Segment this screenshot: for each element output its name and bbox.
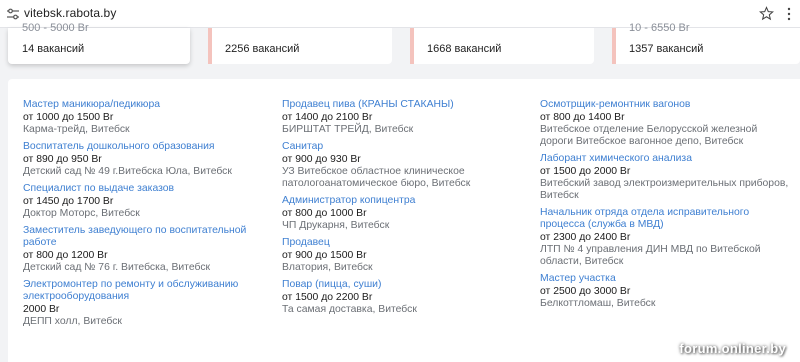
- vacancy-salary: от 1000 до 1500 Br: [23, 112, 114, 123]
- vacancy-company: Детский сад № 76 г. Витебска, Витебск: [23, 262, 211, 273]
- vacancy-title-link[interactable]: Электромонтер по ремонту и обслуживанию …: [23, 279, 268, 303]
- vacancy-title-link[interactable]: Воспитатель дошкольного образования: [23, 141, 268, 153]
- vacancy-company: Детский сад № 49 г.Витебска Юла, Витебск: [23, 166, 232, 177]
- vacancy-salary: от 2500 до 3000 Br: [540, 286, 631, 297]
- vacancy-company: Доктор Моторс, Витебск: [23, 208, 140, 219]
- vacancy-title-link[interactable]: Повар (пицца, суши): [282, 279, 527, 291]
- forum-watermark: forum.onliner.by: [679, 341, 786, 356]
- vacancy-title-link[interactable]: Заместитель заведующего по воспитательно…: [23, 225, 268, 249]
- vacancy-company: ДЕПП холл, Витебск: [23, 316, 122, 327]
- category-card[interactable]: 1668 вакансий: [410, 28, 594, 64]
- vacancy-item: Воспитатель дошкольного образования от 8…: [23, 141, 268, 178]
- vacancy-column-1: Мастер маникюра/педикюра от 1000 до 1500…: [23, 99, 268, 333]
- vacancy-salary: от 900 до 1500 Br: [282, 250, 367, 261]
- card-accent-bar: [410, 28, 414, 64]
- vacancy-salary: от 2300 до 2400 Br: [540, 232, 631, 243]
- vacancy-title-link[interactable]: Мастер участка: [540, 273, 790, 285]
- vacancy-company: Та самая доставка, Витебск: [282, 304, 417, 315]
- vacancy-item: Мастер маникюра/педикюра от 1000 до 1500…: [23, 99, 268, 136]
- vacancy-company: ЧП Друкарня, Витебск: [282, 220, 390, 231]
- card-vacancy-count: 2256 вакансий: [225, 43, 300, 55]
- vacancy-item: Повар (пицца, суши) от 1500 до 2200 Br Т…: [282, 279, 527, 316]
- vacancy-title-link[interactable]: Продавец пива (КРАНЫ СТАКАНЫ): [282, 99, 527, 111]
- vacancy-salary: от 1500 до 2000 Br: [540, 166, 631, 177]
- vacancy-title-link[interactable]: Специалист по выдаче заказов: [23, 183, 268, 195]
- card-accent-bar: [612, 28, 616, 64]
- category-card[interactable]: 10 - 6550 Br 1357 вакансий: [612, 22, 800, 64]
- vacancy-title-link[interactable]: Начальник отряда отдела исправительного …: [540, 207, 790, 231]
- card-accent-bar: [208, 28, 212, 64]
- vacancy-item: Электромонтер по ремонту и обслуживанию …: [23, 279, 268, 328]
- vacancy-company: БИРШТАТ ТРЕЙД, Витебск: [282, 124, 414, 135]
- vacancy-salary: от 800 до 1200 Br: [23, 250, 108, 261]
- vacancy-company: Карма-трейд, Витебск: [23, 124, 130, 135]
- vacancy-item: Начальник отряда отдела исправительного …: [540, 207, 790, 268]
- vacancy-salary: от 1400 до 2100 Br: [282, 112, 373, 123]
- card-salary: 10 - 6550 Br: [629, 22, 690, 34]
- kebab-menu-icon[interactable]: [786, 7, 792, 21]
- vacancy-item: Продавец от 900 до 1500 Br Влатория, Вит…: [282, 237, 527, 274]
- vacancy-salary: 2000 Br: [23, 304, 60, 315]
- vacancy-salary: от 1500 до 2200 Br: [282, 292, 373, 303]
- vacancy-column-2: Продавец пива (КРАНЫ СТАКАНЫ) от 1400 до…: [282, 99, 527, 321]
- vacancy-title-link[interactable]: Администратор копицентра: [282, 195, 527, 207]
- vacancy-title-link[interactable]: Лаборант химического анализа: [540, 153, 790, 165]
- category-card[interactable]: 500 - 5000 Br 14 вакансий: [8, 22, 190, 64]
- star-icon[interactable]: [759, 6, 774, 21]
- vacancy-salary: от 800 до 1400 Br: [540, 112, 625, 123]
- vacancy-item: Осмотрщик-ремонтник вагонов от 800 до 14…: [540, 99, 790, 148]
- vacancy-title-link[interactable]: Продавец: [282, 237, 527, 249]
- vacancy-item: Заместитель заведующего по воспитательно…: [23, 225, 268, 274]
- vacancy-salary: от 1450 до 1700 Br: [23, 196, 114, 207]
- vacancy-company: ЛТП № 4 управления ДИН МВД по Витебской …: [540, 244, 761, 267]
- vacancy-item: Лаборант химического анализа от 1500 до …: [540, 153, 790, 202]
- category-cards: 500 - 5000 Br 14 вакансий 2256 вакансий …: [0, 22, 800, 70]
- vacancy-item: Администратор копицентра от 800 до 1000 …: [282, 195, 527, 232]
- vacancy-company: Влатория, Витебск: [282, 262, 373, 273]
- vacancy-salary: от 800 до 1000 Br: [282, 208, 367, 219]
- vacancy-title-link[interactable]: Санитар: [282, 141, 527, 153]
- vacancy-item: Продавец пива (КРАНЫ СТАКАНЫ) от 1400 до…: [282, 99, 527, 136]
- vacancy-panel: Мастер маникюра/педикюра от 1000 до 1500…: [8, 79, 800, 362]
- category-card[interactable]: 2256 вакансий: [208, 28, 392, 64]
- card-vacancy-count: 1668 вакансий: [427, 43, 502, 55]
- vacancy-item: Санитар от 900 до 930 Br УЗ Витебское об…: [282, 141, 527, 190]
- url-text[interactable]: vitebsk.rabota.by: [24, 6, 116, 20]
- tune-icon[interactable]: [6, 7, 20, 21]
- vacancy-item: Мастер участка от 2500 до 3000 Br Белкот…: [540, 273, 790, 310]
- vacancy-item: Специалист по выдаче заказов от 1450 до …: [23, 183, 268, 220]
- vacancy-company: Витебское отделение Белорусской железной…: [540, 124, 758, 147]
- vacancy-salary: от 890 до 950 Br: [23, 154, 102, 165]
- vacancy-title-link[interactable]: Мастер маникюра/педикюра: [23, 99, 268, 111]
- vacancy-salary: от 900 до 930 Br: [282, 154, 361, 165]
- vacancy-column-3: Осмотрщик-ремонтник вагонов от 800 до 14…: [540, 99, 790, 315]
- vacancy-company: Белкоттломаш, Витебск: [540, 298, 656, 309]
- vacancy-title-link[interactable]: Осмотрщик-ремонтник вагонов: [540, 99, 790, 111]
- vacancy-company: Витебский завод электроизмерительных при…: [540, 178, 789, 201]
- card-vacancy-count: 1357 вакансий: [629, 43, 704, 55]
- card-vacancy-count: 14 вакансий: [22, 43, 85, 55]
- card-salary: 500 - 5000 Br: [22, 22, 89, 34]
- vacancy-company: УЗ Витебское областное клиническое патол…: [282, 166, 471, 189]
